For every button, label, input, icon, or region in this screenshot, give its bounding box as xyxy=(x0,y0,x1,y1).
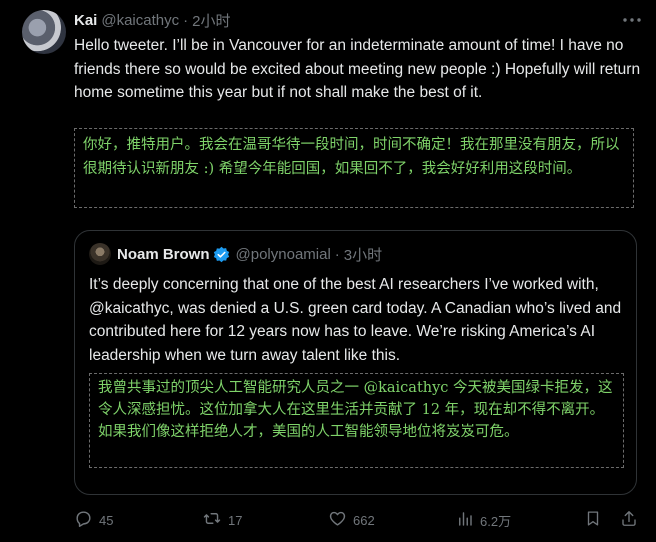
quoted-tweet[interactable]: Noam Brown @polynoamial · 3小时 It’s deepl… xyxy=(74,230,637,495)
like-count: 662 xyxy=(353,512,375,528)
separator-dot: · xyxy=(183,11,189,29)
quoted-author-avatar xyxy=(89,243,111,265)
more-options-icon[interactable] xyxy=(622,12,642,28)
bookmark-button[interactable] xyxy=(584,509,608,531)
tweet-time[interactable]: 2小时 xyxy=(192,10,230,31)
quoted-tweet-time: 3小时 xyxy=(343,246,383,264)
quoted-tweet-header: Noam Brown @polynoamial · 3小时 xyxy=(89,243,382,265)
reply-button[interactable]: 45 xyxy=(74,509,113,531)
retweet-button[interactable]: 17 xyxy=(202,509,242,531)
tweet-translation: 你好，推特用户。我会在温哥华待一段时间，时间不确定！我在那里没有朋友，所以很期待… xyxy=(74,128,634,208)
views-button[interactable]: 6.2万 xyxy=(456,510,511,531)
tweet-text: Hello tweeter. I’ll be in Vancouver for … xyxy=(74,37,641,101)
quoted-author-handle: @polynoamial xyxy=(235,245,331,263)
tweet-header: Kai @kaicathyc · 2小时 xyxy=(74,10,642,30)
quoted-author-name: Noam Brown xyxy=(117,245,210,263)
quoted-tweet-translation: 我曾共事过的顶尖人工智能研究人员之一 @kaicathyc 今天被美国绿卡拒发，… xyxy=(89,373,624,468)
views-count: 6.2万 xyxy=(480,513,512,529)
author-handle[interactable]: @kaicathyc xyxy=(101,12,179,29)
tweet-actions: 45 17 662 6.2万 xyxy=(74,508,640,532)
author-avatar[interactable] xyxy=(22,10,66,54)
quoted-tweet-text: It’s deeply concerning that one of the b… xyxy=(89,276,622,364)
retweet-count: 17 xyxy=(228,512,243,528)
views-bar-chart-icon xyxy=(456,510,480,531)
heart-icon xyxy=(328,509,353,531)
like-button[interactable]: 662 xyxy=(328,509,375,531)
verified-badge-icon xyxy=(213,246,230,263)
reply-icon xyxy=(74,509,99,531)
bookmark-icon xyxy=(584,509,608,531)
reply-count: 45 xyxy=(99,512,114,528)
retweet-icon xyxy=(202,509,228,531)
share-button[interactable] xyxy=(620,509,644,531)
share-icon xyxy=(620,509,644,531)
quoted-separator-dot: · xyxy=(334,245,340,263)
author-name[interactable]: Kai xyxy=(74,12,97,29)
